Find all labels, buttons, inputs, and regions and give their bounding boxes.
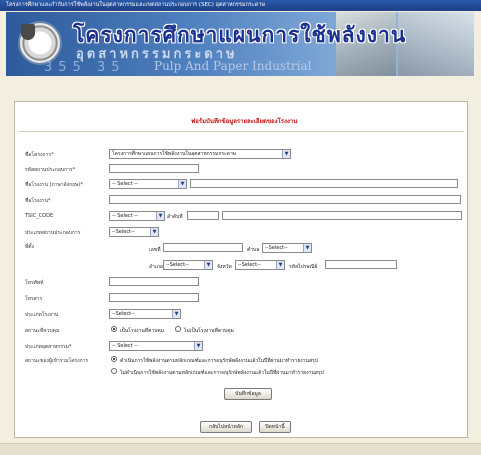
amphoe-select[interactable]: --Select-- ▼: [163, 260, 213, 270]
chevron-down-icon: ▼: [172, 310, 180, 318]
fax-input[interactable]: [109, 293, 199, 302]
house-no-input[interactable]: [163, 243, 243, 252]
chevron-down-icon: ▼: [156, 212, 164, 220]
project-select-value: โครงการศึกษาแผนการใช้พลังงานในอุตสาหกรรม…: [112, 151, 237, 157]
fax-label: โทรสาร: [25, 296, 43, 302]
phone-label: โทรศัพท์: [25, 280, 44, 286]
tsic-description-input[interactable]: [222, 211, 462, 220]
status-label: สถานะของผู้เข้าร่วมโครงการ: [25, 358, 89, 364]
province-select-value: --Select--: [238, 262, 261, 268]
chevron-down-icon: ▼: [178, 180, 186, 188]
house-no-label: เลขที่: [149, 247, 161, 253]
control-no-radio[interactable]: [175, 326, 181, 332]
province-label: จังหวัด: [217, 264, 232, 270]
chevron-down-icon: ▼: [194, 342, 202, 350]
control-yes-radio[interactable]: [111, 326, 117, 332]
seal-emblem-icon: [21, 24, 35, 40]
tsic-code-input[interactable]: [187, 211, 219, 220]
postal-label: รหัสไปรษณีย์: [289, 264, 318, 270]
tsic-select[interactable]: -- Select -- ▼: [109, 211, 165, 221]
factory-photo-2: [398, 12, 474, 76]
tsic-select-value: -- Select --: [112, 213, 138, 219]
close-page-button[interactable]: ปิดหน้านี้: [259, 421, 291, 433]
industry-label: ประเภทอุตสาหกรรม*: [25, 344, 72, 350]
factory-en-select[interactable]: -- Select -- ▼: [109, 179, 187, 189]
save-button[interactable]: บันทึกข้อมูล: [224, 388, 272, 400]
control-label: สถานะที่ควบคุม: [25, 328, 60, 334]
tsic-order-label: ลำดับที่: [167, 214, 183, 220]
form-title: ฟอร์มบันทึกข้อมูลรายละเอียดของโรงงาน: [191, 118, 298, 125]
industry-select-value: -- Select --: [112, 343, 138, 349]
banner-numbers: 355 35: [44, 60, 126, 75]
window-title: โครงการศึกษาและกำกับการใช้พลังงานในอุตสา…: [0, 0, 481, 11]
regno-label: รหัสสถานประกอบการ*: [25, 167, 76, 173]
tambon-select-value: --Select--: [265, 245, 288, 251]
factype-select-value: --Select--: [112, 311, 135, 317]
back-to-main-button[interactable]: กลับไปหน้าหลัก: [200, 421, 252, 433]
title-divider: [18, 131, 464, 132]
status-notdone-label: ไม่ดำเนินการใช้พลังงานตามหลักเกณฑ์และการ…: [120, 370, 324, 376]
biztype-select[interactable]: --Select-- ▼: [109, 227, 159, 237]
amphoe-label: อำเภอ: [149, 264, 163, 270]
factory-en-select-value: -- Select --: [112, 181, 138, 187]
factory-name-input[interactable]: [109, 195, 461, 204]
tambon-label: ตำบล: [247, 247, 260, 253]
project-select[interactable]: โครงการศึกษาแผนการใช้พลังงานในอุตสาหกรรม…: [109, 149, 291, 159]
banner-english-title: Pulp And Paper Industrial: [154, 59, 312, 73]
factype-select[interactable]: --Select-- ▼: [109, 309, 181, 319]
header-banner: โครงการศึกษาแผนการใช้พลังงาน อุตสาหกรรมก…: [6, 12, 474, 76]
status-done-label: ดำเนินการใช้พลังงานตามหลักเกณฑ์และการอนุ…: [120, 358, 318, 364]
province-select[interactable]: --Select-- ▼: [235, 260, 285, 270]
chevron-down-icon: ▼: [282, 150, 290, 158]
factory-form-panel: ฟอร์มบันทึกข้อมูลรายละเอียดของโรงงาน ชื่…: [14, 101, 468, 438]
regno-input[interactable]: [109, 164, 199, 173]
chevron-down-icon: ▼: [276, 261, 284, 269]
tambon-select[interactable]: --Select-- ▼: [262, 243, 312, 253]
status-done-radio[interactable]: [111, 356, 117, 362]
address-label: ที่ตั้ง: [25, 244, 34, 250]
factory-en-label: ชื่อโรงงาน (ภาษาอังกฤษ)*: [25, 182, 83, 188]
biztype-select-value: --Select--: [112, 229, 135, 235]
postal-input[interactable]: [325, 260, 397, 269]
factype-label: ประเภทโรงงาน: [25, 312, 59, 318]
factory-label: ชื่อโรงงาน*: [25, 198, 51, 204]
tsic-label: TSIC_CODE: [25, 213, 54, 219]
status-notdone-radio[interactable]: [111, 368, 117, 374]
chevron-down-icon: ▼: [303, 244, 311, 252]
chevron-down-icon: ▼: [204, 261, 212, 269]
biztype-label: ประเภทสถานประกอบการ: [25, 230, 81, 236]
industry-select[interactable]: -- Select -- ▼: [109, 341, 203, 351]
control-yes-label: เป็นโรงงานที่ควบคุม: [120, 328, 165, 334]
factory-en-input[interactable]: [190, 179, 458, 188]
project-label: ชื่อโครงการ*: [25, 152, 54, 158]
amphoe-select-value: --Select--: [166, 262, 189, 268]
chevron-down-icon: ▼: [150, 228, 158, 236]
control-no-label: ไม่เป็นโรงงานที่ควบคุม: [184, 328, 234, 334]
phone-input[interactable]: [109, 277, 199, 286]
page-footer: [0, 443, 481, 455]
